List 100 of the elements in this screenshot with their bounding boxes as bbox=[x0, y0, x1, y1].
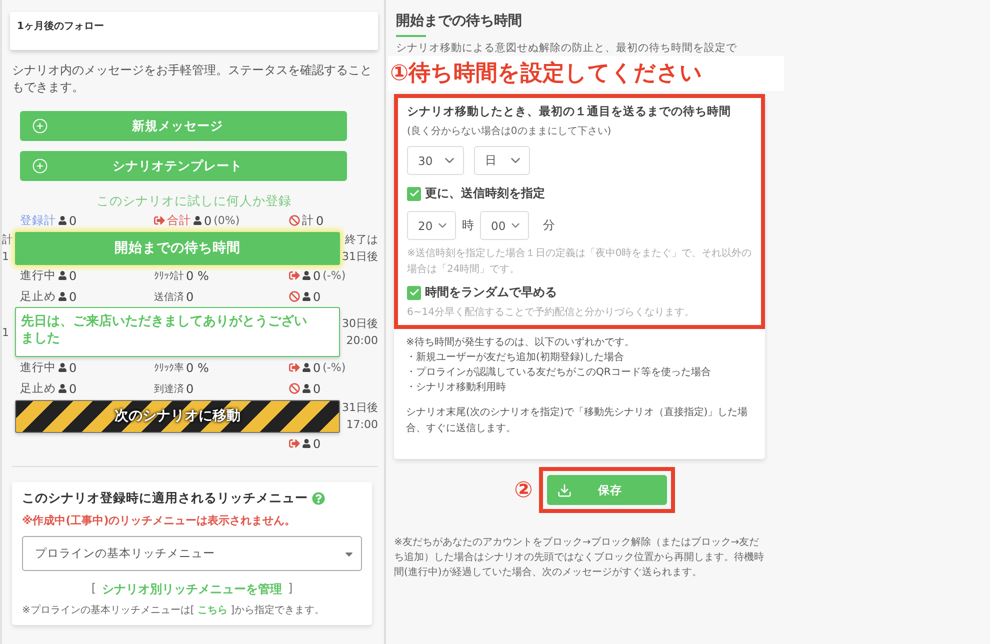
stat-value: 0 bbox=[313, 290, 321, 304]
wait-block[interactable]: 開始までの待ち時間 bbox=[15, 232, 340, 264]
person-icon bbox=[193, 216, 202, 225]
person-icon bbox=[58, 363, 67, 372]
stat-value: 0 bbox=[69, 360, 77, 374]
side-note: 30日後 bbox=[341, 316, 378, 332]
add-button[interactable]: シナリオテンプレート bbox=[20, 151, 347, 181]
side-note: 31日後 bbox=[341, 400, 378, 416]
save-button[interactable]: 保存 bbox=[546, 475, 667, 505]
stat-rate: (-%) bbox=[322, 361, 346, 374]
footer-note: ※友だちがあなたのアカウントをブロック→ブロック解除（またはブロック→友だち追加）した場合はシナリオの先頭ではなくブロック位置から再開します。待機時間(進行中)が経過していた場合、次のメッセージがすぐ送られます。 bbox=[394, 536, 764, 580]
stat-label: 登録計 bbox=[20, 213, 56, 228]
unit-dropdown[interactable]: 日 bbox=[474, 146, 530, 175]
person-icon bbox=[58, 384, 67, 393]
stat-value: 0 bbox=[69, 268, 77, 282]
stat-value: 0 bbox=[313, 382, 321, 396]
stat-label: 到達済 bbox=[154, 382, 184, 396]
unit-label: 時 bbox=[462, 217, 474, 234]
stat-value: 0 bbox=[69, 382, 77, 396]
minute-dropdown[interactable]: 00 bbox=[480, 211, 529, 240]
person-icon bbox=[302, 271, 311, 280]
exit-icon bbox=[154, 215, 165, 226]
ban-icon bbox=[289, 291, 300, 302]
side-note: 1 bbox=[2, 249, 10, 265]
checkbox-label: 時間をランダムで早める bbox=[425, 284, 557, 301]
tail-note: シナリオ末尾(次のシナリオを指定)で「移動先シナリオ（直接指定)」した場合、すぐに送信します。 bbox=[406, 406, 749, 436]
rich-menu-select[interactable]: プロラインの基本リッチメニュー bbox=[22, 536, 362, 571]
delay-dropdown[interactable]: 30 bbox=[407, 146, 464, 175]
time-note: ※送信時刻を指定した場合１日の定義は「夜中0時をまたぐ」で、それ以外の場合は「24時間」です。 bbox=[407, 246, 753, 277]
annotation-number: ② bbox=[514, 478, 533, 502]
stat-rate: (0%) bbox=[214, 214, 240, 227]
exit-icon bbox=[289, 438, 300, 449]
person-icon bbox=[58, 216, 67, 225]
warning-text: ※作成中(工事中)のリッチメニューは表示されません。 bbox=[22, 513, 297, 528]
annotation: ①待ち時間を設定してください bbox=[388, 56, 784, 91]
side-note: 1 bbox=[2, 324, 10, 340]
check-icon bbox=[408, 287, 420, 298]
note-line: ・新規ユーザーが友だち追加(初期登録)した場合 bbox=[406, 350, 625, 365]
add-button[interactable]: 新規メッセージ bbox=[20, 111, 347, 141]
help-icon[interactable] bbox=[312, 492, 325, 505]
page-title: 開始までの待ち時間 bbox=[396, 12, 523, 30]
stat-value: 0 bbox=[69, 214, 77, 228]
manage-link[interactable]: シナリオ別リッチメニューを管理 bbox=[102, 581, 282, 598]
side-note: 17:00 bbox=[345, 417, 378, 433]
message-block[interactable]: 先日は、ご来店いただきましてありがとうございました bbox=[15, 307, 340, 357]
person-icon bbox=[302, 384, 311, 393]
checkbox[interactable] bbox=[407, 186, 421, 200]
random-note: 6~14分早く配信することで予約配信と分かりづらくなります。 bbox=[407, 306, 696, 320]
plus-icon bbox=[32, 118, 48, 134]
side-note: 計 bbox=[2, 232, 14, 248]
here-link[interactable]: こちら bbox=[197, 605, 228, 616]
scenario-title: 1ヶ月後のフォロー bbox=[17, 20, 105, 33]
unit-label: 分 bbox=[543, 217, 555, 234]
plus-icon bbox=[32, 158, 48, 174]
stat-value: 0 bbox=[313, 268, 321, 282]
stat-value: 0 bbox=[313, 436, 321, 450]
person-icon bbox=[58, 292, 67, 301]
side-note: 31日後 bbox=[341, 249, 378, 265]
stat-label: 計 bbox=[302, 213, 314, 228]
person-icon bbox=[302, 363, 311, 372]
side-note: 終了は bbox=[344, 232, 378, 248]
field-label: シナリオ移動したとき、最初の１通目を送るまでの待ち時間 bbox=[407, 104, 732, 119]
stat-label: 進行中 bbox=[20, 268, 56, 283]
stat-value: 0 bbox=[186, 290, 194, 304]
bracket: ] bbox=[288, 581, 293, 597]
description: シナリオ内のメッセージをお手軽管理。ステータスを確認することもできます。 bbox=[12, 62, 373, 96]
ban-icon bbox=[289, 215, 300, 226]
hint-text: (良く分からない場合は0のままにして下さい) bbox=[407, 124, 612, 138]
bracket: [ bbox=[91, 581, 96, 597]
hour-dropdown[interactable]: 20 bbox=[407, 211, 456, 240]
person-icon bbox=[58, 271, 67, 280]
stat-value: 0 % bbox=[186, 360, 209, 374]
exit-icon bbox=[289, 362, 300, 373]
stat-value: 0 % bbox=[186, 268, 209, 282]
stat-value: 0 bbox=[186, 382, 194, 396]
note-line: ・シナリオ移動利用時 bbox=[406, 380, 507, 395]
stat-label: ｸﾘｯｸ率 bbox=[154, 362, 184, 374]
download-icon bbox=[556, 482, 572, 498]
stat-label: 足止め bbox=[20, 289, 56, 304]
rich-menu-title: このシナリオ登録時に適用されるリッチメニュー bbox=[22, 490, 308, 507]
person-icon bbox=[302, 292, 311, 301]
note-line: ※待ち時間が発生するのは、以下のいずれかです。 bbox=[406, 336, 636, 350]
person-icon bbox=[302, 439, 311, 448]
description: シナリオ移動による意図せぬ解除の防止と、最初の待ち時間を設定で bbox=[396, 41, 738, 55]
checkbox-label: 更に、送信時刻を指定 bbox=[425, 185, 545, 202]
stat-value: 0 bbox=[313, 360, 321, 374]
note-line: ・プロラインが認識している友だちがこのQRコード等を使った場合 bbox=[406, 366, 712, 380]
stat-label: 合計 bbox=[167, 213, 191, 228]
trial-link[interactable]: このシナリオに試しに何人か登録 bbox=[10, 193, 378, 210]
stat-label: 送信済 bbox=[154, 290, 184, 304]
stat-label: 足止め bbox=[20, 381, 56, 396]
ban-icon bbox=[289, 383, 300, 394]
stat-rate: (-%) bbox=[322, 269, 346, 282]
stat-value: 0 bbox=[69, 290, 77, 304]
note-text: ※プロラインの基本リッチメニューは[ こちら ]から指定できます。 bbox=[22, 604, 326, 617]
stat-value: 0 bbox=[204, 214, 212, 228]
stat-label: ｸﾘｯｸ計 bbox=[154, 270, 184, 282]
side-note: 20:00 bbox=[345, 333, 378, 349]
stat-label: 進行中 bbox=[20, 360, 56, 375]
checkbox[interactable] bbox=[407, 286, 421, 300]
